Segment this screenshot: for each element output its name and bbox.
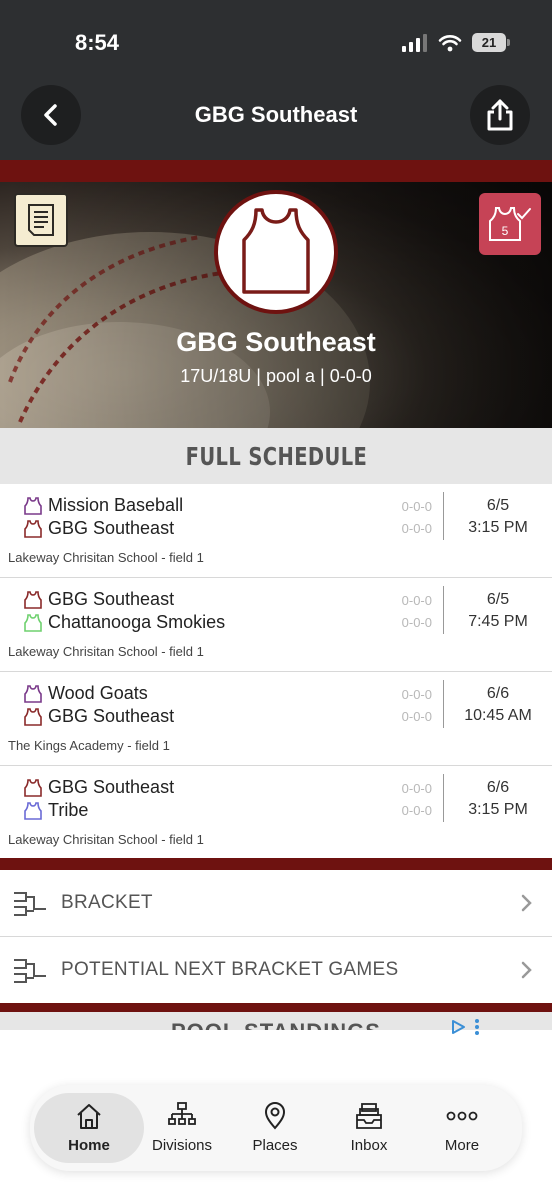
team1-record: 0-0-0 bbox=[401, 687, 432, 702]
bracket-icon bbox=[14, 959, 46, 983]
home-icon bbox=[77, 1104, 101, 1129]
team1-jersey-icon bbox=[24, 684, 42, 703]
game-date: 6/6 bbox=[486, 685, 510, 702]
jersey-check-icon: 5 bbox=[489, 207, 531, 241]
section-divider bbox=[0, 1003, 552, 1012]
header-divider bbox=[0, 160, 552, 182]
inbox-icon bbox=[356, 1103, 382, 1129]
share-button[interactable] bbox=[470, 85, 530, 145]
share-icon bbox=[487, 99, 513, 131]
team2-name: GBG Southeast bbox=[48, 518, 175, 538]
tab-inbox-label: Inbox bbox=[350, 1137, 388, 1154]
bracket-icon bbox=[14, 892, 46, 916]
divisions-icon bbox=[168, 1102, 196, 1125]
game-venue: Lakeway Chrisitan School - field 1 bbox=[8, 644, 204, 659]
team1-name: GBG Southeast bbox=[48, 589, 175, 609]
map-pin-icon bbox=[264, 1102, 286, 1130]
team1-record: 0-0-0 bbox=[401, 593, 432, 608]
game-date: 6/5 bbox=[486, 497, 510, 514]
team1-name: GBG Southeast bbox=[48, 777, 175, 797]
team1-jersey-icon bbox=[24, 496, 42, 515]
game-date: 6/5 bbox=[486, 591, 510, 608]
potential-bracket-games-link[interactable]: POTENTIAL NEXT BRACKET GAMES bbox=[0, 937, 552, 1003]
team2-name: Tribe bbox=[48, 800, 89, 820]
team2-jersey-icon bbox=[24, 707, 42, 726]
team2-name: Chattanooga Smokies bbox=[48, 612, 226, 632]
game-team-away: Chattanooga Smokies bbox=[24, 612, 225, 633]
bottom-tab-bar: Home Divisions Places Inbox More bbox=[30, 1085, 522, 1171]
game-row[interactable]: Mission Baseball GBG Southeast 0-0-0 0-0… bbox=[0, 484, 552, 578]
team2-jersey-icon bbox=[24, 801, 42, 820]
top-bar: 8:54 21 GBG Southeast bbox=[0, 0, 552, 160]
team1-record: 0-0-0 bbox=[401, 781, 432, 796]
game-row[interactable]: GBG Southeast Chattanooga Smokies 0-0-0 … bbox=[0, 578, 552, 672]
team2-name: GBG Southeast bbox=[48, 706, 175, 726]
game-team-away: GBG Southeast bbox=[24, 518, 174, 539]
jersey-icon bbox=[242, 208, 310, 294]
game-team-home: Mission Baseball bbox=[24, 495, 183, 516]
game-venue: Lakeway Chrisitan School - field 1 bbox=[8, 832, 204, 847]
team2-jersey-icon bbox=[24, 613, 42, 632]
ad-play-icon[interactable] bbox=[450, 1019, 466, 1035]
bracket-link[interactable]: BRACKET bbox=[0, 870, 552, 936]
ad-choices[interactable] bbox=[450, 1018, 480, 1036]
game-date: 6/6 bbox=[486, 779, 510, 796]
game-team-away: Tribe bbox=[24, 800, 88, 821]
tab-more-label: More bbox=[444, 1137, 480, 1154]
team1-jersey-icon bbox=[24, 590, 42, 609]
bracket-label: BRACKET bbox=[61, 892, 153, 913]
game-venue: The Kings Academy - field 1 bbox=[8, 738, 170, 753]
ad-more-icon[interactable] bbox=[474, 1018, 480, 1036]
team2-record: 0-0-0 bbox=[401, 709, 432, 724]
game-team-home: GBG Southeast bbox=[24, 777, 174, 798]
game-team-home: Wood Goats bbox=[24, 683, 148, 704]
team-hero: 5 GBG Southeast 17U/18U | pool a | 0-0-0 bbox=[0, 182, 552, 428]
tab-divisions-label: Divisions bbox=[151, 1137, 212, 1154]
team2-record: 0-0-0 bbox=[401, 615, 432, 630]
full-schedule-title: FULL SCHEDULE bbox=[185, 441, 367, 471]
status-icons: 21 bbox=[402, 33, 510, 52]
tab-home-label: Home bbox=[68, 1137, 110, 1154]
full-schedule-heading: FULL SCHEDULE bbox=[0, 428, 552, 484]
battery-icon: 21 bbox=[472, 33, 510, 52]
team2-record: 0-0-0 bbox=[401, 803, 432, 818]
more-icon bbox=[446, 1111, 478, 1121]
schedule-list: Mission Baseball GBG Southeast 0-0-0 0-0… bbox=[0, 484, 552, 860]
tab-places-label: Places bbox=[252, 1137, 298, 1154]
team2-record: 0-0-0 bbox=[401, 521, 432, 536]
team-logo bbox=[214, 190, 338, 314]
game-time: 3:15 PM bbox=[468, 519, 528, 536]
score-badge-number: 5 bbox=[502, 224, 509, 238]
team1-name: Mission Baseball bbox=[48, 495, 184, 515]
game-row[interactable]: Wood Goats GBG Southeast 0-0-0 0-0-0 6/6… bbox=[0, 672, 552, 766]
game-team-away: GBG Southeast bbox=[24, 706, 174, 727]
team1-name: Wood Goats bbox=[48, 683, 148, 703]
score-reporting-button[interactable]: 5 bbox=[479, 193, 541, 255]
chevron-right-icon bbox=[521, 961, 532, 979]
game-time: 7:45 PM bbox=[468, 613, 528, 630]
potential-bracket-games-label: POTENTIAL NEXT BRACKET GAMES bbox=[61, 959, 399, 980]
game-time: 3:15 PM bbox=[468, 801, 528, 818]
game-time: 10:45 AM bbox=[464, 707, 532, 724]
section-divider bbox=[0, 858, 552, 870]
game-venue: Lakeway Chrisitan School - field 1 bbox=[8, 550, 204, 565]
game-team-home: GBG Southeast bbox=[24, 589, 174, 610]
battery-level: 21 bbox=[481, 35, 497, 50]
team2-jersey-icon bbox=[24, 519, 42, 538]
team1-jersey-icon bbox=[24, 778, 42, 797]
notes-icon bbox=[28, 204, 54, 236]
team-subtitle: 17U/18U | pool a | 0-0-0 bbox=[180, 366, 372, 386]
cellular-signal-icon bbox=[402, 33, 427, 52]
wifi-icon bbox=[438, 34, 462, 51]
team-name: GBG Southeast bbox=[176, 327, 376, 357]
team1-record: 0-0-0 bbox=[401, 499, 432, 514]
status-time: 8:54 bbox=[75, 30, 120, 55]
notes-button[interactable] bbox=[14, 193, 68, 247]
game-row[interactable]: GBG Southeast Tribe 0-0-0 0-0-0 6/6 3:15… bbox=[0, 766, 552, 860]
chevron-right-icon bbox=[521, 894, 532, 912]
tab-more[interactable]: More bbox=[407, 1093, 517, 1163]
